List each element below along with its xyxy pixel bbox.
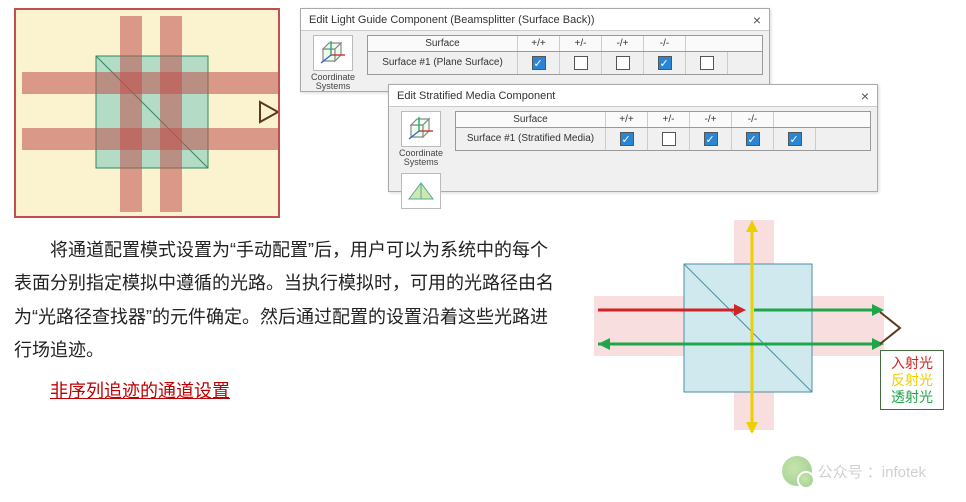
checkbox[interactable] <box>532 56 546 70</box>
legend-transmitted: 透射光 <box>891 389 933 406</box>
row-surface-name: Surface #1 (Stratified Media) <box>456 128 606 150</box>
dialog2-table: Surface+/++/--/+-/- Surface #1 (Stratifi… <box>455 111 871 151</box>
body-paragraph: 将通道配置模式设置为“手动配置”后，用户可以为系统中的每个表面分别指定模拟中遵循… <box>14 234 564 367</box>
coord-sys-label: CoordinateSystems <box>311 73 355 91</box>
checkbox[interactable] <box>788 132 802 146</box>
checkbox[interactable] <box>704 132 718 146</box>
extra-icon[interactable] <box>401 173 441 209</box>
figure-right: 入射光 反射光 透射光 <box>584 234 952 408</box>
coord-sys-label: CoordinateSystems <box>399 149 443 167</box>
legend-box: 入射光 反射光 透射光 <box>880 350 944 410</box>
close-icon[interactable]: × <box>861 85 869 107</box>
dialogs-area: Edit Light Guide Component (Beamsplitter… <box>300 8 952 218</box>
dialog2-title: Edit Stratified Media Component <box>397 85 555 107</box>
checkbox[interactable] <box>746 132 760 146</box>
watermark-text: 公众号 ：infotek <box>818 461 926 482</box>
legend-reflected: 反射光 <box>891 372 933 389</box>
coord-sys-icon[interactable] <box>313 35 353 71</box>
row-surface-name: Surface #1 (Plane Surface) <box>368 52 518 74</box>
checkbox[interactable] <box>662 132 676 146</box>
dialog-beamsplitter: Edit Light Guide Component (Beamsplitter… <box>300 8 770 92</box>
figure-left <box>14 8 280 218</box>
dialog1-title: Edit Light Guide Component (Beamsplitter… <box>309 9 595 31</box>
dialog1-table: Surface+/++/--/+-/- Surface #1 (Plane Su… <box>367 35 763 75</box>
dialog-stratified: Edit Stratified Media Component × Coordi… <box>388 84 878 192</box>
checkbox[interactable] <box>658 56 672 70</box>
wechat-icon <box>782 456 812 486</box>
coord-sys-icon[interactable] <box>401 111 441 147</box>
watermark: 公众号 ：infotek <box>782 456 926 486</box>
legend-incident: 入射光 <box>891 355 933 372</box>
checkbox[interactable] <box>616 56 630 70</box>
close-icon[interactable]: × <box>753 9 761 31</box>
channel-settings-link[interactable]: 非序列追迹的通道设置 <box>14 375 564 408</box>
checkbox[interactable] <box>620 132 634 146</box>
checkbox[interactable] <box>700 56 714 70</box>
checkbox[interactable] <box>574 56 588 70</box>
